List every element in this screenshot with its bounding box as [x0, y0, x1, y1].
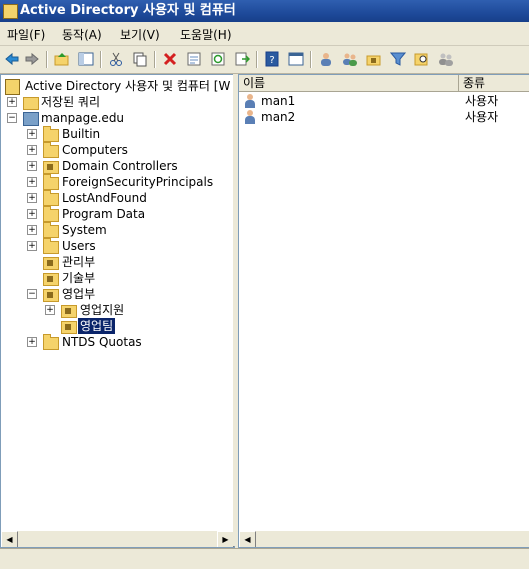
tree-item-computers[interactable]: + Computers: [1, 142, 234, 158]
tree-item-ntds-quotas[interactable]: + NTDS Quotas: [1, 334, 234, 350]
toolbar-separator: [256, 51, 258, 68]
forward-icon[interactable]: [24, 51, 40, 67]
list-pane[interactable]: 이름 종류 man1 사용자 man2 사용자 ◀: [238, 74, 529, 548]
copy-icon[interactable]: [132, 51, 148, 67]
folder-icon: [43, 174, 59, 190]
domain-icon: [23, 112, 39, 126]
expand-icon[interactable]: +: [27, 337, 37, 347]
toolbar-separator: [46, 51, 48, 68]
toolbar-separator: [100, 51, 102, 68]
folder-icon: [43, 126, 59, 142]
toolbar: ?: [0, 46, 529, 74]
scroll-right-icon[interactable]: ▶: [217, 531, 234, 547]
folder-icon: [43, 190, 59, 206]
expand-icon[interactable]: +: [27, 145, 37, 155]
expand-icon[interactable]: +: [27, 193, 37, 203]
snapin-icon: [5, 79, 20, 95]
expand-icon[interactable]: +: [27, 209, 37, 219]
tree-item-lostandfound[interactable]: + LostAndFound: [1, 190, 234, 206]
tree-item-sales[interactable]: − 영업부: [1, 286, 234, 302]
filter-icon[interactable]: [390, 51, 406, 67]
toolbar-separator: [310, 51, 312, 68]
toolbar-separator: [154, 51, 156, 68]
tree-item-domain-controllers[interactable]: + Domain Controllers: [1, 158, 234, 174]
user-icon: [245, 94, 255, 108]
help-icon[interactable]: ?: [264, 51, 280, 67]
show-hide-tree-icon[interactable]: [78, 51, 94, 67]
tree-item-foreign-security-principals[interactable]: + ForeignSecurityPrincipals: [1, 174, 234, 190]
menu-view[interactable]: 보기(V): [120, 26, 160, 43]
menu-action[interactable]: 동작(A): [62, 26, 102, 43]
list-horizontal-scrollbar[interactable]: ◀: [239, 530, 529, 547]
tree-item-users[interactable]: + Users: [1, 238, 234, 254]
mmc-icon[interactable]: [288, 51, 304, 67]
column-header-type[interactable]: 종류: [459, 75, 529, 92]
expand-icon[interactable]: +: [27, 241, 37, 251]
list-row[interactable]: man1 사용자: [239, 93, 529, 109]
expand-icon[interactable]: +: [45, 305, 55, 315]
tree-horizontal-scrollbar[interactable]: ◀ ▶: [1, 530, 234, 547]
folder-icon: [23, 97, 39, 110]
expand-icon[interactable]: +: [27, 177, 37, 187]
folder-icon: [43, 142, 59, 158]
user-icon: [245, 110, 255, 124]
up-icon[interactable]: [54, 51, 70, 67]
tree-item-saved-queries[interactable]: + 저장된 쿼리: [1, 94, 234, 110]
expand-icon[interactable]: +: [27, 129, 37, 139]
new-ou-icon[interactable]: [366, 51, 382, 67]
refresh-icon[interactable]: [210, 51, 226, 67]
list-row[interactable]: man2 사용자: [239, 109, 529, 125]
add-to-group-icon[interactable]: [438, 51, 454, 67]
folder-icon: [43, 238, 59, 254]
collapse-icon[interactable]: −: [7, 113, 17, 123]
ou-icon: [61, 305, 77, 318]
column-header-name[interactable]: 이름: [239, 75, 459, 92]
expand-icon[interactable]: +: [27, 225, 37, 235]
delete-icon[interactable]: [162, 51, 178, 67]
new-user-icon[interactable]: [318, 51, 334, 67]
tree-item-tech[interactable]: 기술부: [1, 270, 234, 286]
tree-item-program-data[interactable]: + Program Data: [1, 206, 234, 222]
ou-icon: [43, 289, 59, 302]
export-icon[interactable]: [234, 51, 250, 67]
folder-icon: [43, 206, 59, 222]
expand-icon[interactable]: +: [7, 97, 17, 107]
menu-file[interactable]: 파일(F): [7, 26, 45, 43]
scroll-left-icon[interactable]: ◀: [1, 531, 18, 547]
folder-icon: [43, 334, 59, 350]
menu-help[interactable]: 도움말(H): [180, 26, 232, 43]
ou-icon: [43, 257, 59, 270]
ou-icon: [43, 161, 59, 174]
collapse-icon[interactable]: −: [27, 289, 37, 299]
tree-item-sales-support[interactable]: + 영업지원: [1, 302, 234, 318]
new-group-icon[interactable]: [342, 51, 358, 67]
tree-item-domain[interactable]: − manpage.edu: [1, 110, 234, 126]
ou-icon: [61, 321, 77, 334]
status-bar: [0, 548, 529, 569]
ou-icon: [43, 273, 59, 286]
window-title: Active Directory 사용자 및 컴퓨터: [20, 3, 236, 18]
properties-icon[interactable]: [186, 51, 202, 67]
back-icon[interactable]: [4, 51, 20, 67]
tree-pane[interactable]: Active Directory 사용자 및 컴퓨터 [W + 저장된 쿼리 −…: [0, 74, 235, 548]
tree-item-system[interactable]: + System: [1, 222, 234, 238]
ad-app-icon: [3, 4, 18, 19]
scroll-left-icon[interactable]: ◀: [239, 531, 256, 547]
svg-text:?: ?: [269, 55, 274, 66]
tree-item-builtin[interactable]: + Builtin: [1, 126, 234, 142]
menu-bar: 파일(F) 동작(A) 보기(V) 도움말(H): [0, 22, 529, 46]
cut-icon[interactable]: [108, 51, 124, 67]
folder-icon: [43, 222, 59, 238]
title-bar: Active Directory 사용자 및 컴퓨터: [0, 0, 529, 22]
find-icon[interactable]: [414, 51, 430, 67]
expand-icon[interactable]: +: [27, 161, 37, 171]
tree-item-sales-team[interactable]: 영업팀: [1, 318, 234, 334]
tree-item-mgmt[interactable]: 관리부: [1, 254, 234, 270]
